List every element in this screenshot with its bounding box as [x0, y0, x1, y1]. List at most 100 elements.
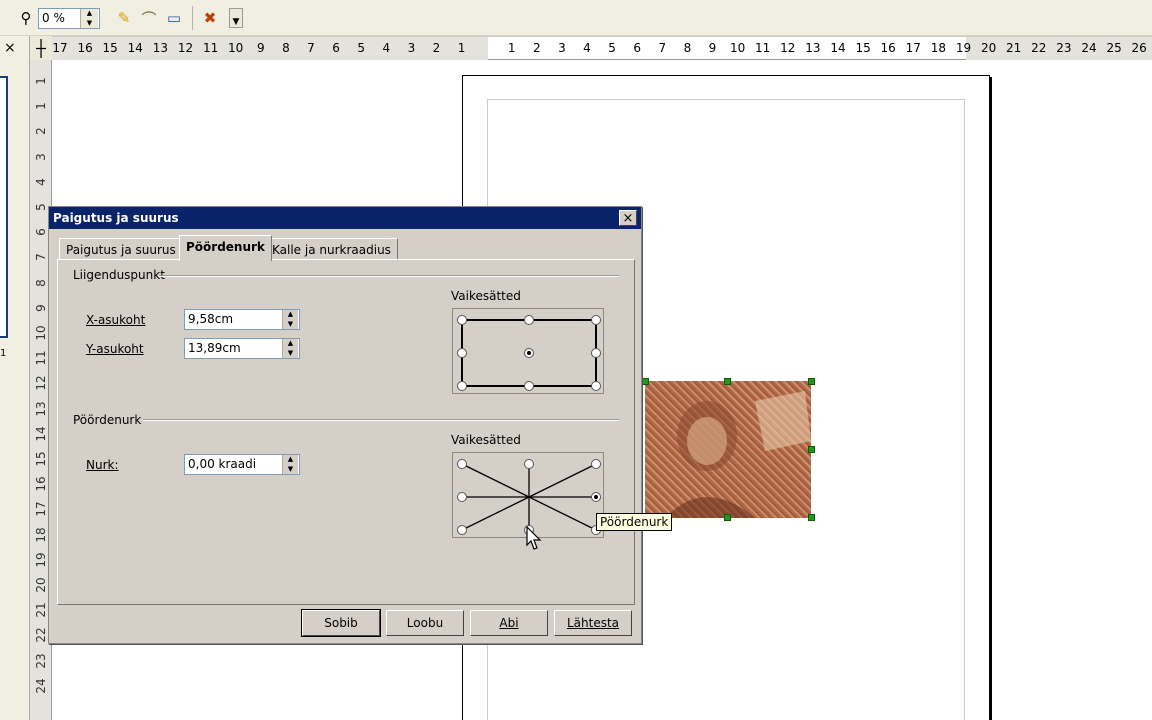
pin-icon[interactable]: ⚲ [16, 8, 36, 28]
page-thumbnail[interactable] [0, 76, 8, 338]
ruler-tick-label: 20 [980, 41, 997, 55]
ruler-tick-label: 12 [177, 41, 194, 55]
ruler-tick-label: 1 [507, 41, 516, 55]
ruler-tick-label: 25 [1106, 41, 1122, 55]
tab-slant-corner-radius[interactable]: Kalle ja nurkraadius [265, 238, 398, 260]
ruler-tick-label: 16 [880, 41, 896, 55]
reset-button[interactable]: Lähtesta [554, 610, 632, 636]
ruler-tick-label: 1 [34, 77, 48, 85]
ruler-tick-label: 8 [34, 278, 48, 287]
ruler-tick-label: 4 [34, 177, 48, 186]
tooltip: Pöördenurk [596, 513, 673, 531]
selected-image[interactable] [645, 381, 811, 518]
spin-up-icon[interactable]: ▲ [81, 9, 98, 19]
ruler-tick-label: 6 [633, 41, 642, 55]
monitor-icon[interactable]: ▭ [164, 8, 184, 28]
ok-button[interactable]: Sobib [301, 609, 381, 637]
y-position-stepper[interactable]: ▲ ▼ [282, 339, 298, 358]
ruler-tick-label: 2 [34, 127, 48, 136]
resize-handle[interactable] [808, 514, 815, 521]
ruler-tick-label: 19 [34, 552, 48, 568]
x-position-stepper[interactable]: ▲ ▼ [282, 310, 298, 329]
toolbar-separator [192, 6, 193, 30]
close-icon[interactable]: × [619, 210, 637, 226]
ruler-tick-label: 4 [583, 41, 591, 55]
spin-down-icon[interactable]: ▼ [81, 19, 98, 29]
ruler-tick-label: 23 [1056, 41, 1072, 55]
ruler-tick-label: 5 [34, 203, 48, 211]
ruler-tick-label: 18 [930, 41, 947, 55]
ruler-tick-label: 3 [407, 41, 416, 55]
y-position-label: Y-asukoht [86, 342, 144, 356]
ruler-tick-label: 15 [34, 451, 48, 467]
ruler-tick-label: 4 [382, 41, 391, 55]
ruler-tick-label: 8 [282, 41, 290, 55]
position-size-dialog: Paigutus ja suurus × Paigutus ja suurus … [48, 206, 642, 644]
ruler-ticks: 17 16 15 14 13 12 11 10 9 8 7 6 5 4 3 2 1 1 2 3 4 5 6 7 8 9 10 11 12… [0, 36, 1152, 60]
resize-handle[interactable] [724, 378, 731, 385]
ruler-tick-label: 9 [708, 41, 717, 55]
ruler-tick-label: 7 [658, 41, 667, 55]
pivot-defaults-picker[interactable] [452, 308, 604, 394]
resize-handle[interactable] [724, 514, 731, 521]
x-position-label: X-asukoht [86, 313, 146, 327]
ruler-tick-label: 3 [558, 41, 566, 55]
spin-down-icon[interactable]: ▼ [283, 465, 298, 475]
ruler-tick-label: 22 [34, 627, 48, 644]
page-number: 1 [0, 348, 7, 359]
ruler-tick-label: 19 [955, 41, 972, 55]
help-button[interactable]: Abi [470, 610, 548, 636]
pen-icon[interactable]: ✎ [114, 8, 134, 28]
spin-up-icon[interactable]: ▲ [283, 339, 298, 349]
ruler-tick-label: 5 [357, 41, 366, 55]
ruler-tick-label: 12 [34, 375, 48, 392]
ruler-tick-label: 17 [905, 41, 921, 55]
ruler-tick-label: 9 [34, 303, 48, 312]
ruler-tick-label: 12 [780, 41, 796, 55]
ruler-tick-label: 24 [34, 678, 48, 694]
ruler-tick-label: 13 [34, 400, 48, 417]
ruler-tick-label: 6 [332, 41, 340, 55]
ruler-tick-label: 10 [34, 325, 48, 341]
ruler-tick-label: 11 [34, 350, 48, 366]
ruler-tick-label: 11 [755, 41, 771, 55]
resize-handle[interactable] [808, 378, 815, 385]
spin-down-icon[interactable]: ▼ [283, 320, 298, 330]
ruler-tick-label: 18 [34, 526, 48, 543]
resize-handle[interactable] [808, 446, 815, 453]
cross-tool-icon[interactable]: ✖ [200, 8, 220, 28]
highlighter-icon[interactable]: ⌒ [139, 8, 159, 28]
ruler-tick-label: 3 [34, 152, 48, 161]
pivot-defaults-label: Vaikesätted [451, 289, 521, 303]
mouse-cursor-icon [526, 526, 542, 550]
ruler-tick-label: 14 [127, 41, 143, 55]
ruler-tick-label: 22 [1031, 41, 1047, 55]
ruler-tick-label: 13 [152, 41, 169, 55]
angle-stepper[interactable]: ▲ ▼ [282, 455, 298, 474]
ruler-tick-label: 6 [34, 228, 48, 237]
ruler-tick-label: 10 [228, 41, 244, 55]
resize-handle[interactable] [642, 378, 649, 385]
more-icon[interactable]: ▼ [229, 8, 243, 28]
ruler-tick-label: 26 [1131, 41, 1147, 55]
angle-defaults-label: Vaikesätted [451, 433, 521, 447]
dialog-title[interactable]: Paigutus ja suurus [49, 207, 641, 229]
tab-position-size[interactable]: Paigutus ja suurus [59, 238, 183, 260]
spin-up-icon[interactable]: ▲ [283, 310, 298, 320]
ruler-tick-label: 14 [830, 41, 846, 55]
ruler-corner-icon[interactable]: ┼ [30, 36, 52, 60]
spin-up-icon[interactable]: ▲ [283, 455, 298, 465]
spin-down-icon[interactable]: ▼ [283, 349, 298, 359]
ruler-tick-label: 23 [34, 652, 48, 669]
tab-rotation[interactable]: Pöördenurk [179, 235, 272, 261]
ruler-tick-label: 13 [805, 41, 821, 55]
ruler-tick-label: 2 [532, 41, 541, 55]
section-rotation-angle: Pöördenurk [73, 413, 142, 427]
zoom-stepper[interactable]: ▲ ▼ [80, 9, 98, 28]
cancel-button[interactable]: Loobu [386, 610, 464, 636]
ruler-tick-label: 15 [855, 41, 871, 55]
section-pivot-point: Liigenduspunkt [73, 268, 165, 282]
ruler-tick-label: 5 [608, 41, 616, 55]
ruler-tick-label: 17 [34, 501, 48, 518]
ruler-tick-label: 1 [457, 41, 466, 55]
